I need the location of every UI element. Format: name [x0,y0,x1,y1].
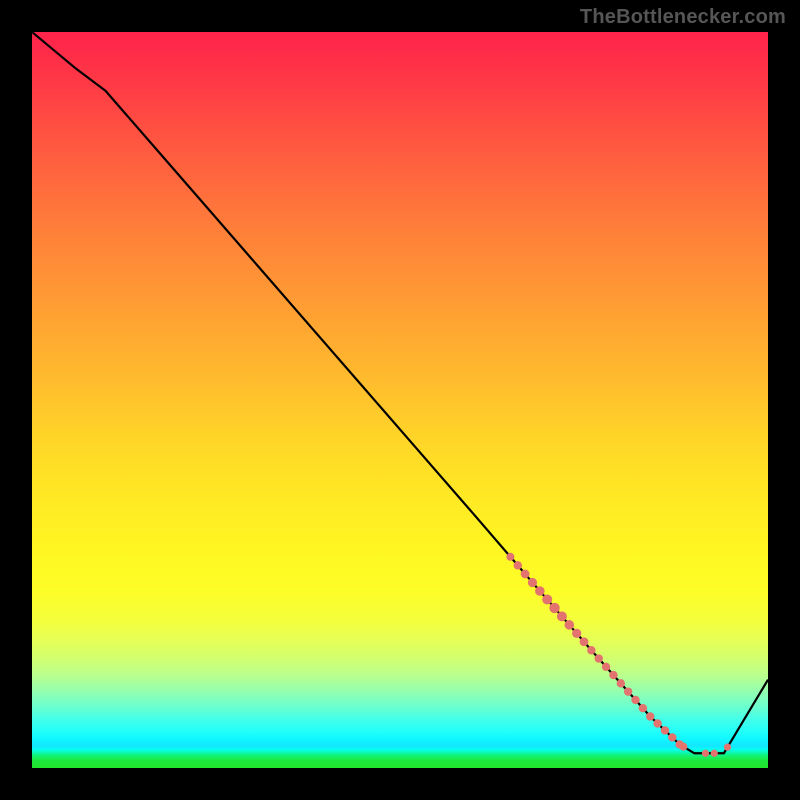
highlight-dot [624,687,632,695]
highlight-dots [506,553,731,757]
highlight-dot [580,637,589,646]
highlight-dot [661,726,669,734]
highlight-dot [609,671,617,679]
highlight-dot [653,719,661,727]
highlight-dot [521,570,530,579]
highlight-dot [528,578,537,587]
highlight-dot [506,553,514,561]
highlight-dot [564,620,574,630]
highlight-dot [514,561,522,569]
highlight-dot [535,586,545,596]
highlight-dot [702,750,709,757]
plot-area [32,32,768,768]
highlight-dot [595,654,603,662]
highlight-dot [668,733,676,741]
highlight-dot [724,744,731,751]
highlight-dot [711,750,718,757]
curve-path [32,32,768,753]
highlight-dot [679,743,687,751]
attribution-label: TheBottlenecker.com [580,6,786,29]
highlight-dot [572,629,581,638]
highlight-dot [617,679,625,687]
highlight-dot [557,611,567,621]
highlight-dot [639,704,647,712]
highlight-dot [631,696,639,704]
chart-container: TheBottlenecker.com [0,0,800,800]
curve-line [32,32,768,753]
highlight-dot [602,663,610,671]
highlight-dot [542,594,552,604]
highlight-dot [646,712,654,720]
chart-svg [32,32,768,768]
highlight-dot [587,646,595,654]
highlight-dot [549,603,559,613]
